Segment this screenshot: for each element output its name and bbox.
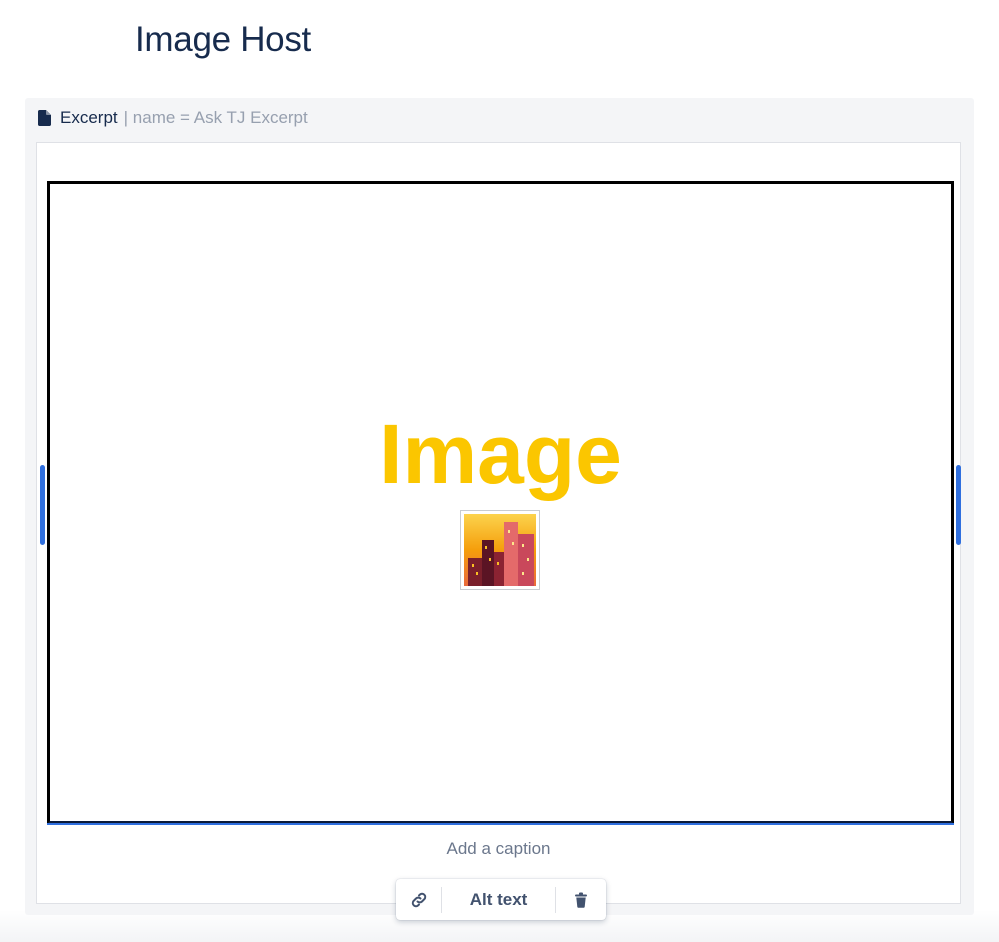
macro-body[interactable]: Image Add a caption — [36, 142, 961, 904]
delete-button[interactable] — [556, 879, 606, 920]
excerpt-macro[interactable]: Excerpt | name = Ask TJ Excerpt Image Ad… — [25, 98, 974, 915]
link-icon — [411, 892, 426, 907]
page-title: Image Host — [135, 20, 311, 59]
resize-handle-right[interactable] — [956, 465, 961, 545]
resize-handle-left[interactable] — [40, 465, 45, 545]
link-button[interactable] — [396, 879, 441, 920]
macro-name: Excerpt — [60, 108, 118, 127]
image-selection-underline — [47, 823, 954, 825]
image-frame[interactable]: Image — [47, 181, 954, 825]
trash-icon — [575, 892, 587, 908]
cityscape-at-dusk-icon — [460, 510, 540, 590]
macro-header[interactable]: Excerpt | name = Ask TJ Excerpt — [38, 107, 308, 129]
image-toolbar: Alt text — [396, 879, 606, 920]
caption-input[interactable]: Add a caption — [37, 839, 960, 859]
image-placeholder-text: Image — [379, 407, 622, 501]
document-icon — [38, 110, 51, 126]
macro-params: | name = Ask TJ Excerpt — [123, 108, 308, 127]
alt-text-button[interactable]: Alt text — [442, 879, 555, 920]
